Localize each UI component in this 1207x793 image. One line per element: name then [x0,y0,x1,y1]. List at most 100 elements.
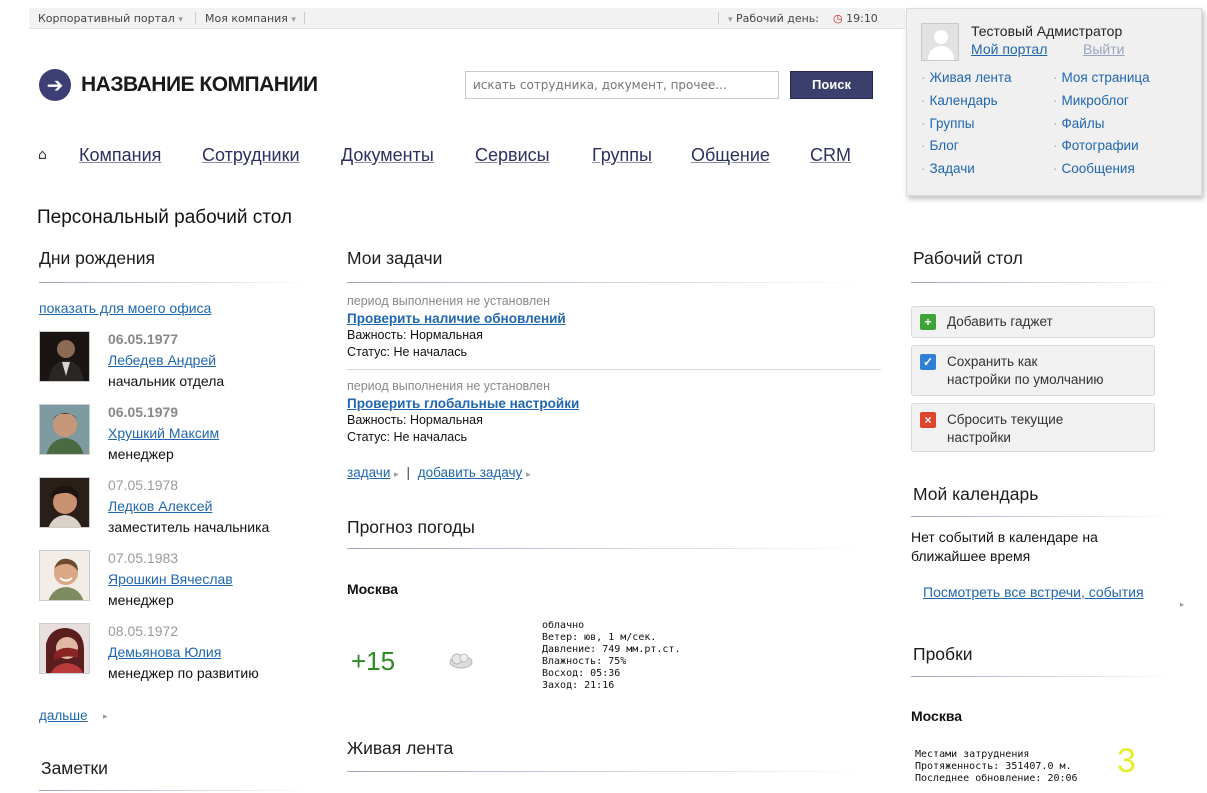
section-divider [911,516,1173,517]
tasks-heading: Мои задачи [347,248,443,268]
weather-details: облачно Ветер: юв, 1 м/сек. Давление: 74… [542,620,680,692]
portal-menu-label: Корпоративный портал [38,12,175,25]
save-default-label-1: Сохранить как [947,354,1038,369]
birthday-date: 06.05.1977 [108,331,179,347]
nav-item-documents[interactable]: Документы [341,145,434,166]
person-photo[interactable] [39,331,90,382]
task-divider [347,369,881,370]
calendar-heading: Мой календарь [913,484,1039,504]
panel-link-calendar[interactable]: · Календарь [921,93,998,108]
person-name-link[interactable]: Ярошкин Вячеслав [108,571,233,587]
company-menu[interactable]: Моя компания ▾ [205,12,296,25]
task-importance: Важность: Нормальная [347,413,483,427]
person-photo[interactable] [39,550,90,601]
birthday-date: 06.05.1979 [108,404,179,420]
panel-link-files[interactable]: · Файлы [1053,116,1104,131]
panel-link-microblog[interactable]: · Микроблог [1053,93,1129,108]
person-position: заместитель начальника [108,519,270,535]
weather-wind: Ветер: юв, 1 м/сек. [542,632,657,643]
nav-item-employees[interactable]: Сотрудники [202,145,300,166]
weather-condition: облачно [542,620,585,631]
nav-item-services[interactable]: Сервисы [475,145,550,166]
save-default-button[interactable]: ✓ Сохранить как настройки по умолчанию [911,345,1155,396]
my-portal-link[interactable]: Мой портал [971,41,1047,57]
panel-link-blog[interactable]: · Блог [921,138,959,153]
nav-item-company[interactable]: Компания [79,145,161,166]
section-divider [347,771,867,772]
task-period: период выполнения не установлен [347,379,551,393]
section-divider [911,282,1173,283]
arrow-right-icon: ▸ [103,712,108,722]
task-status: Статус: Не началась [347,345,467,359]
arrow-right-icon: ▸ [526,469,531,479]
reset-settings-button[interactable]: × Сбросить текущие настройки [911,403,1155,452]
divider [718,12,719,24]
person-name-link[interactable]: Лебедев Андрей [108,352,216,368]
panel-link-photos[interactable]: · Фотографии [1053,138,1139,153]
birthday-item: 07.05.1983 Ярошкин Вячеслав менеджер [39,550,329,610]
person-photo[interactable] [39,404,90,455]
traffic-level-badge: 3 [1117,742,1136,780]
add-task-link[interactable]: добавить задачу [418,465,523,480]
nav-item-communication[interactable]: Общение [691,145,770,166]
section-divider [39,282,309,283]
divider [304,12,305,24]
logo-arrow-icon[interactable]: ➔ [39,69,71,101]
company-name[interactable]: НАЗВАНИЕ КОМПАНИИ [81,73,318,97]
chevron-down-icon: ▾ [178,15,183,25]
panel-link-messages[interactable]: · Сообщения [1053,161,1135,176]
person-name-link[interactable]: Демьянова Юлия [108,644,221,660]
person-position: менеджер по развитию [108,665,259,681]
reset-label-1: Сбросить текущие [947,412,1064,427]
person-name-link[interactable]: Ледков Алексей [108,498,212,514]
portal-menu[interactable]: Корпоративный портал ▾ [38,12,183,25]
show-office-link[interactable]: показать для моего офиса [39,300,211,316]
close-icon: × [920,412,936,428]
check-icon: ✓ [920,354,936,370]
task-period: период выполнения не установлен [347,294,551,308]
traffic-city: Москва [911,708,963,724]
add-gadget-button[interactable]: + Добавить гаджет [911,306,1155,338]
person-name-link[interactable]: Хрушкий Максим [108,425,219,441]
nav-item-crm[interactable]: CRM [810,145,851,166]
workday-label: Рабочий день: [736,12,819,25]
workday-menu[interactable]: ▾ Рабочий день: [728,12,819,25]
weather-sunset: Заход: 21:16 [542,680,615,691]
home-icon[interactable]: ⌂ [38,147,47,163]
workday-time[interactable]: ◷ 19:10 [833,12,878,25]
panel-link-my-page[interactable]: · Моя страница [1053,70,1150,85]
section-divider [347,282,867,283]
section-divider [347,548,867,549]
nav-item-groups[interactable]: Группы [592,145,652,166]
traffic-details: Местами затруднения Протяженность: 35140… [915,749,1078,785]
birthdays-heading: Дни рождения [39,248,155,268]
top-bar: Корпоративный портал ▾ Моя компания ▾ ▾ … [29,8,905,29]
notes-heading: Заметки [41,758,108,778]
more-birthdays-link[interactable]: дальше [39,708,88,723]
person-photo[interactable] [39,623,90,674]
panel-link-tasks[interactable]: · Задачи [921,161,975,176]
weather-city: Москва [347,581,399,597]
task-title-link[interactable]: Проверить глобальные настройки [347,396,579,411]
birthday-item: 07.05.1978 Ледков Алексей заместитель на… [39,477,329,537]
view-all-events-link[interactable]: Посмотреть все встречи, события [923,584,1144,600]
add-gadget-label: Добавить гаджет [947,314,1053,329]
weather-temperature: +15 [351,646,396,676]
logout-link[interactable]: Выйти [1083,41,1124,57]
weather-humidity: Влажность: 75% [542,656,627,667]
tasks-link[interactable]: задачи [347,465,390,480]
task-title-link[interactable]: Проверить наличие обновлений [347,311,566,326]
plus-icon: + [920,314,936,330]
arrow-right-icon: ▸ [394,469,399,479]
search-input[interactable] [465,71,779,99]
person-photo[interactable] [39,477,90,528]
divider [195,12,196,24]
reset-label-2: настройки [947,430,1011,445]
panel-link-feed[interactable]: · Живая лента [921,70,1011,85]
search-button[interactable]: Поиск [790,71,873,99]
weather-heading: Прогноз погоды [347,517,475,537]
panel-link-groups[interactable]: · Группы [921,116,974,131]
avatar[interactable] [921,23,959,61]
person-position: начальник отдела [108,373,225,389]
calendar-empty-text: Нет событий в календаре на ближайшее вре… [911,529,1098,564]
